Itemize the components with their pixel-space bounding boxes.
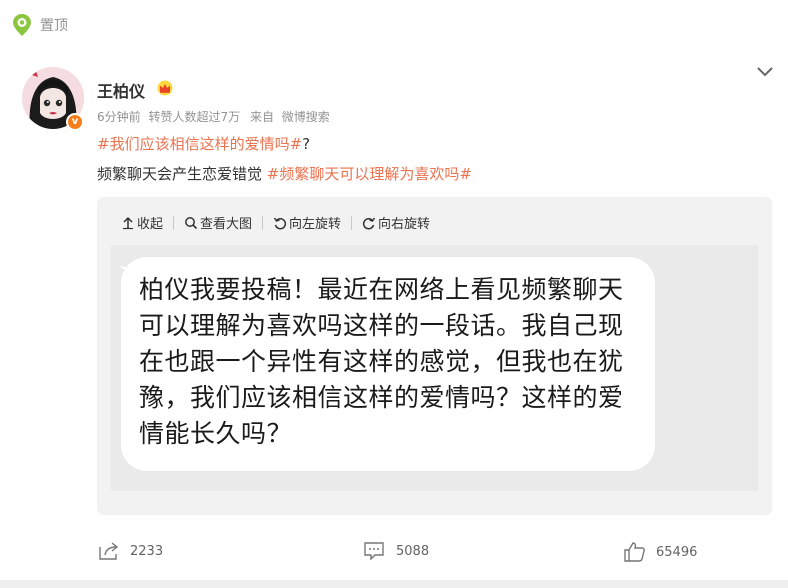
share-count: 2233 xyxy=(130,543,164,559)
rotate-right-icon xyxy=(362,217,376,229)
source-label: 来自 xyxy=(249,110,274,124)
like-icon xyxy=(624,542,645,562)
rotate-left-icon xyxy=(273,217,287,229)
pin-icon xyxy=(12,13,32,37)
image-toolbar: 收起 查看大图 向左旋转 向右旋转 xyxy=(121,213,430,232)
verified-badge: v xyxy=(66,113,84,131)
divider xyxy=(262,215,264,230)
rotate-right-button[interactable]: 向右旋转 xyxy=(362,213,430,232)
divider xyxy=(173,215,175,230)
divider xyxy=(351,215,353,230)
topic-link[interactable]: #频繁聊天可以理解为喜欢吗# xyxy=(267,165,472,183)
comment-button[interactable]: 5088 xyxy=(364,542,429,560)
post-text-line-1: #我们应该相信这样的爱情吗#? xyxy=(97,133,310,154)
crown-icon[interactable] xyxy=(156,80,174,96)
post-meta: 6分钟前 转赞人数超过7万 来自 微博搜索 xyxy=(97,108,334,125)
comment-count: 5088 xyxy=(396,543,430,559)
pinned-indicator: 置顶 xyxy=(12,13,68,37)
share-button[interactable]: 2233 xyxy=(98,542,163,560)
username[interactable]: 王柏仪 xyxy=(97,78,145,102)
share-icon xyxy=(99,542,119,560)
collapse-button[interactable]: 收起 xyxy=(121,213,163,232)
post-text-line-2: 频繁聊天会产生恋爱错觉 #频繁聊天可以理解为喜欢吗# xyxy=(97,163,472,184)
magnifier-icon xyxy=(185,216,198,229)
view-large-label: 查看大图 xyxy=(200,217,253,232)
text-suffix: ? xyxy=(302,135,311,153)
bottom-divider xyxy=(0,580,788,588)
rotate-left-button[interactable]: 向左旋转 xyxy=(273,213,341,232)
pinned-label: 置顶 xyxy=(40,18,68,34)
post-time[interactable]: 6分钟前 xyxy=(97,110,141,124)
rotate-right-label: 向右旋转 xyxy=(378,217,431,232)
post-source[interactable]: 微博搜索 xyxy=(282,110,330,124)
chevron-down-icon[interactable] xyxy=(756,64,774,78)
rotate-left-label: 向左旋转 xyxy=(289,217,342,232)
collapse-label: 收起 xyxy=(137,217,164,232)
post-text: 频繁聊天会产生恋爱错觉 xyxy=(97,165,267,183)
like-button[interactable]: 65496 xyxy=(624,542,697,562)
topic-link[interactable]: #我们应该相信这样的爱情吗# xyxy=(97,135,302,153)
like-count: 65496 xyxy=(656,544,698,560)
comment-icon xyxy=(364,542,384,560)
arrow-up-icon xyxy=(123,216,133,229)
image-message-text: 柏仪我要投稿！最近在网络上看见频繁聊天可以理解为喜欢吗这样的一段话。我自己现在也… xyxy=(139,275,624,448)
view-large-button[interactable]: 查看大图 xyxy=(184,213,252,232)
repost-note: 转赞人数超过7万 xyxy=(148,110,241,124)
